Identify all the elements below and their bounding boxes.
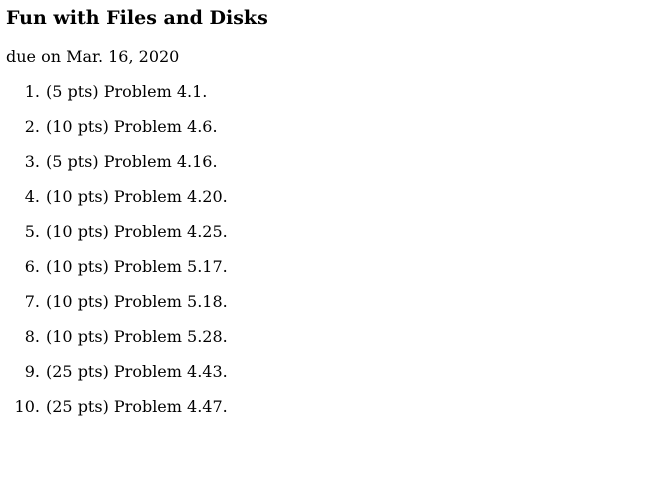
- problem-text: (10 pts) Problem 4.25.: [46, 222, 228, 241]
- problem-number: 1.: [24, 82, 40, 101]
- problem-item: 10. (25 pts) Problem 4.47.: [0, 396, 228, 431]
- problem-number: 8.: [24, 327, 40, 346]
- due-date: due on Mar. 16, 2020: [6, 47, 180, 66]
- problem-number: 2.: [24, 117, 40, 136]
- problem-item: 3. (5 pts) Problem 4.16.: [0, 151, 228, 186]
- problem-text: (5 pts) Problem 4.16.: [46, 152, 218, 171]
- problem-item: 5. (10 pts) Problem 4.25.: [0, 221, 228, 256]
- problem-text: (10 pts) Problem 4.20.: [46, 187, 228, 206]
- problem-item: 6. (10 pts) Problem 5.17.: [0, 256, 228, 291]
- problem-list: 1. (5 pts) Problem 4.1. 2. (10 pts) Proble…: [0, 81, 228, 431]
- problem-number: 3.: [24, 152, 40, 171]
- problem-text: (25 pts) Problem 4.43.: [46, 362, 228, 381]
- problem-number: 5.: [24, 222, 40, 241]
- problem-item: 2. (10 pts) Problem 4.6.: [0, 116, 228, 151]
- problem-item: 1. (5 pts) Problem 4.1.: [0, 81, 228, 116]
- problem-number: 4.: [24, 187, 40, 206]
- problem-text: (25 pts) Problem 4.47.: [46, 397, 228, 416]
- problem-item: 4. (10 pts) Problem 4.20.: [0, 186, 228, 221]
- problem-number: 10.: [14, 397, 40, 416]
- problem-number: 6.: [24, 257, 40, 276]
- problem-number: 9.: [24, 362, 40, 381]
- problem-item: 9. (25 pts) Problem 4.43.: [0, 361, 228, 396]
- problem-item: 8. (10 pts) Problem 5.28.: [0, 326, 228, 361]
- document-page: Fun with Files and Disks due on Mar. 16,…: [0, 0, 672, 492]
- problem-number: 7.: [24, 292, 40, 311]
- problem-item: 7. (10 pts) Problem 5.18.: [0, 291, 228, 326]
- problem-text: (5 pts) Problem 4.1.: [46, 82, 208, 101]
- page-title: Fun with Files and Disks: [6, 7, 268, 29]
- problem-text: (10 pts) Problem 5.17.: [46, 257, 228, 276]
- problem-text: (10 pts) Problem 5.28.: [46, 327, 228, 346]
- problem-text: (10 pts) Problem 5.18.: [46, 292, 228, 311]
- problem-text: (10 pts) Problem 4.6.: [46, 117, 218, 136]
